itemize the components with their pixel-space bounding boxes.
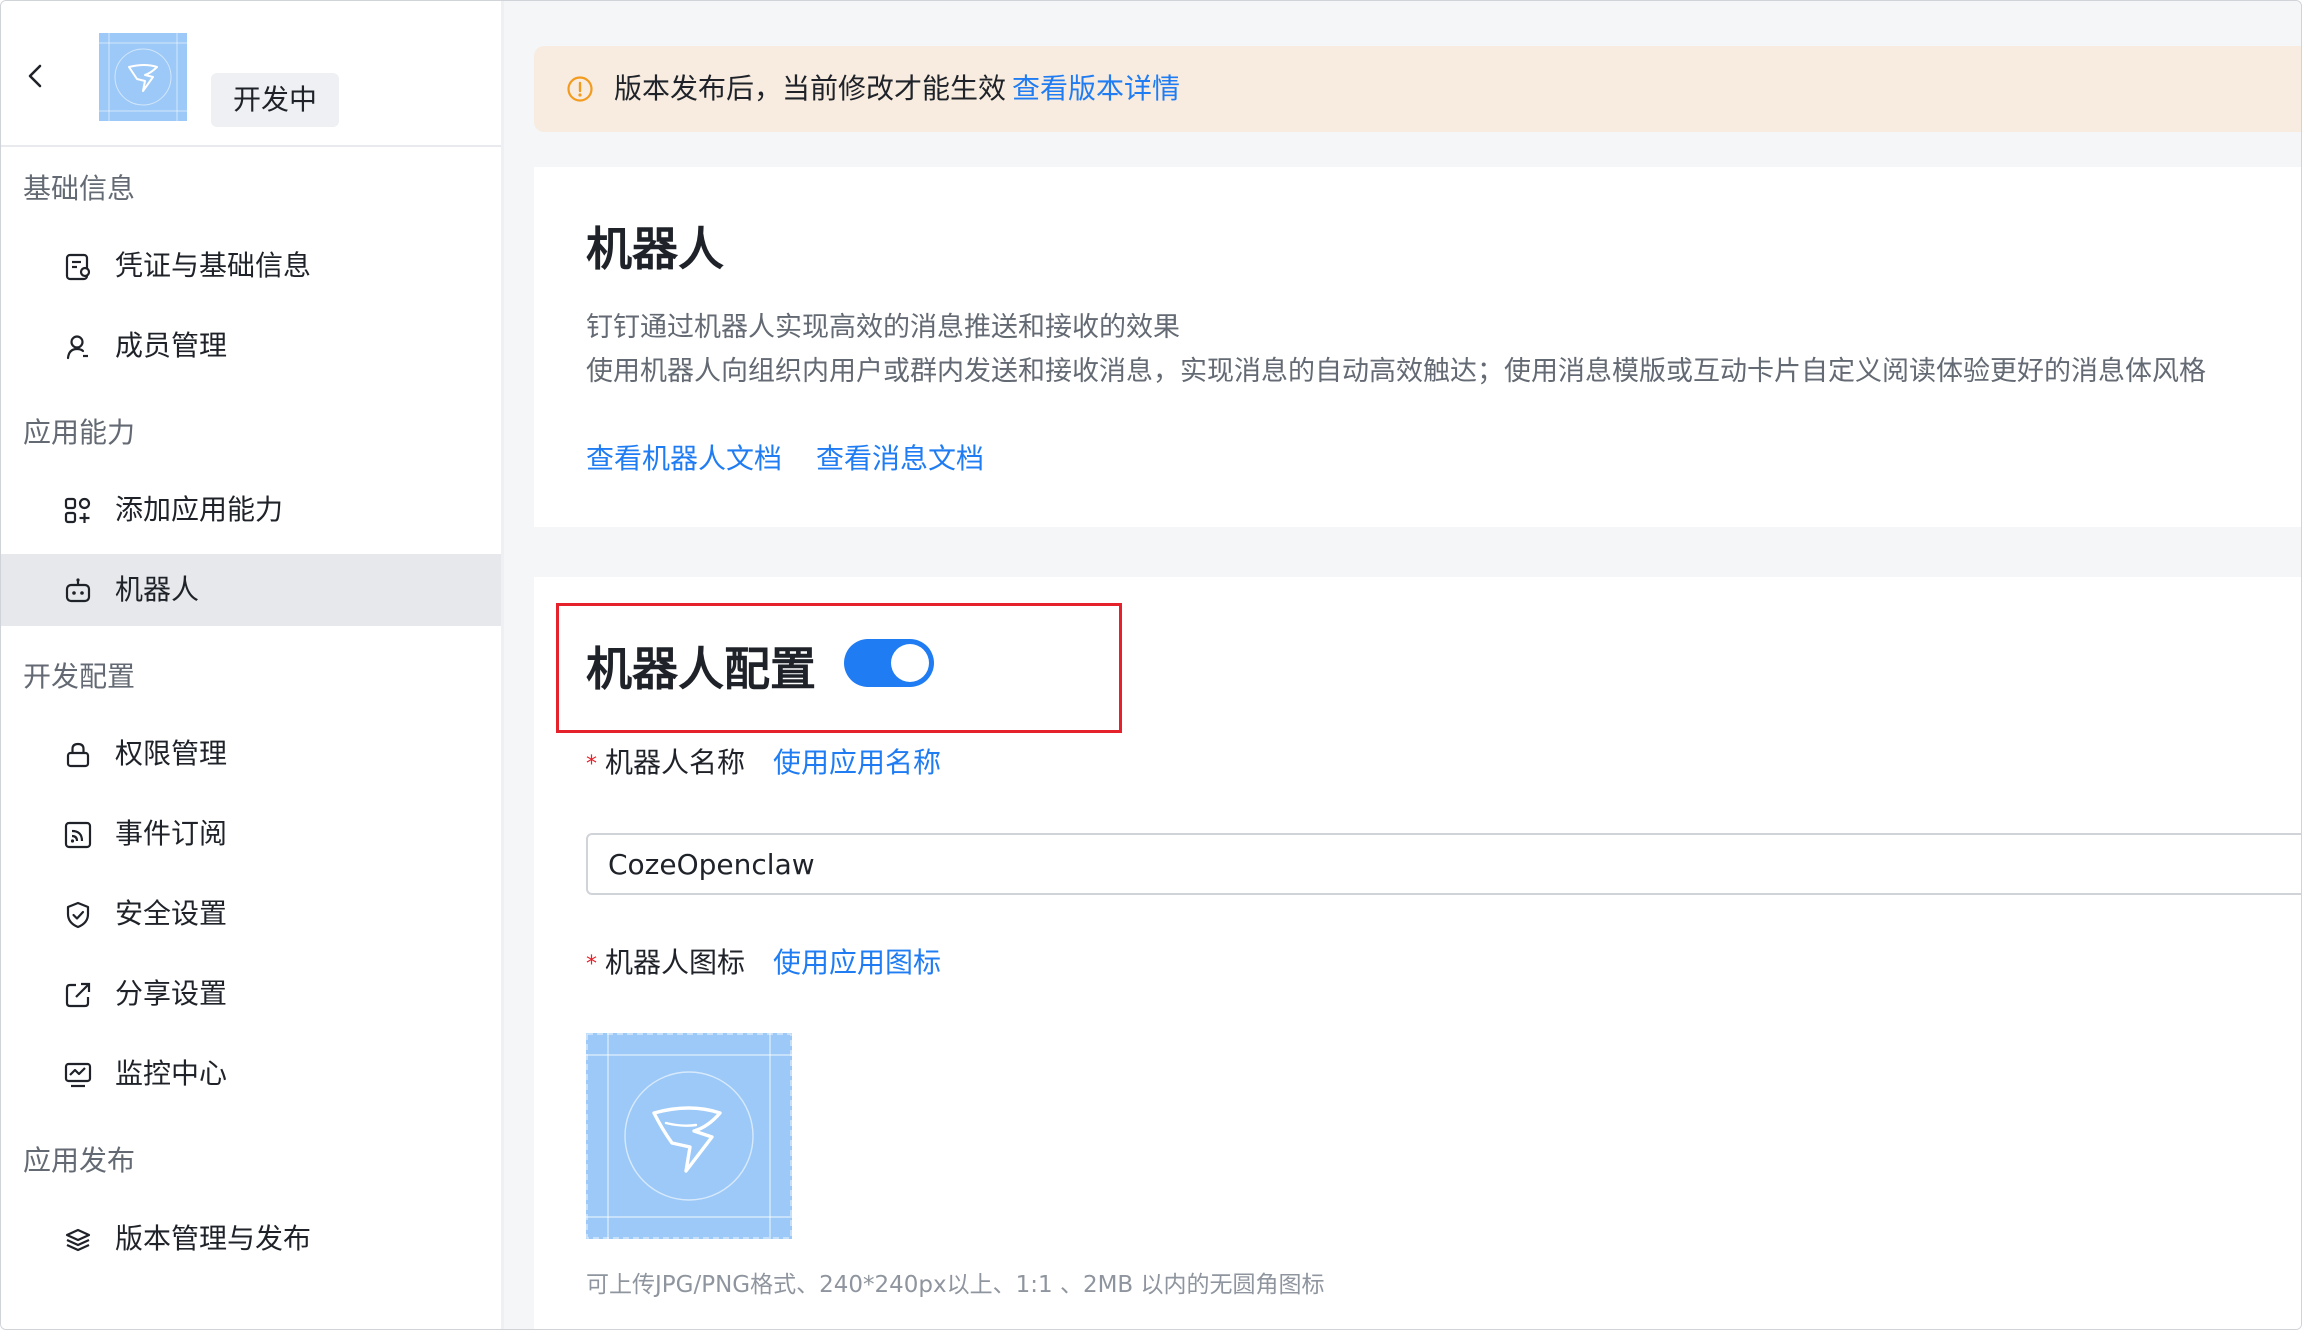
shield-icon [63, 900, 93, 930]
dingtalk-logo-icon [586, 1033, 792, 1239]
sidebar: 开发中 基础信息 凭证与基础信息 成员管理 应用能力 添加应用能力 机器人 开发… [1, 1, 504, 1329]
lock-icon [63, 740, 93, 770]
share-icon [63, 980, 93, 1010]
sidebar-item-share[interactable]: 分享设置 [1, 958, 501, 1030]
sidebar-item-label: 成员管理 [115, 329, 228, 362]
app-window: 开发中 基础信息 凭证与基础信息 成员管理 应用能力 添加应用能力 机器人 开发… [0, 0, 2302, 1330]
sidebar-group-capability: 应用能力 [23, 416, 136, 449]
robot-config-title: 机器人配置 [586, 642, 816, 696]
sidebar-item-label: 安全设置 [115, 897, 228, 930]
user-icon [63, 332, 93, 362]
robot-section-title: 机器人 [586, 222, 724, 276]
sidebar-item-label: 版本管理与发布 [115, 1222, 312, 1255]
sidebar-item-events[interactable]: 事件订阅 [1, 798, 501, 870]
robot-description-line2: 使用机器人向组织内用户或群内发送和接收消息，实现消息的自动高效触达；使用消息模版… [586, 356, 2206, 387]
sidebar-item-label: 权限管理 [115, 737, 228, 770]
app-logo [99, 33, 187, 121]
sidebar-group-dev-config: 开发配置 [23, 660, 136, 693]
status-badge: 开发中 [211, 73, 340, 127]
robot-name-label: 机器人名称 [605, 746, 746, 779]
toggle-knob [891, 644, 929, 682]
notice-banner: 版本发布后，当前修改才能生效 查看版本详情 [534, 46, 2301, 132]
required-mark: * [586, 751, 597, 777]
sidebar-group-publish: 应用发布 [23, 1144, 136, 1177]
sidebar-item-permissions[interactable]: 权限管理 [1, 718, 501, 790]
use-app-name-link[interactable]: 使用应用名称 [773, 746, 941, 779]
sidebar-item-credentials[interactable]: 凭证与基础信息 [1, 230, 501, 302]
sidebar-item-label: 事件订阅 [115, 817, 228, 850]
sidebar-item-monitor[interactable]: 监控中心 [1, 1038, 501, 1110]
robot-config-toggle[interactable] [844, 639, 934, 687]
sidebar-group-basic: 基础信息 [23, 172, 136, 205]
sidebar-item-robot[interactable]: 机器人 [1, 554, 501, 626]
robot-config-card: 机器人配置 * 机器人名称使用应用名称 * 机器人图标使用应用图标 [534, 577, 2301, 1329]
sidebar-item-label: 监控中心 [115, 1057, 228, 1090]
sidebar-header: 开发中 [1, 1, 501, 147]
add-capability-icon [63, 496, 93, 526]
robot-icon [63, 576, 93, 606]
credential-icon [63, 252, 93, 282]
sidebar-item-members[interactable]: 成员管理 [1, 310, 501, 382]
notice-text: 版本发布后，当前修改才能生效 [614, 72, 1007, 105]
robot-name-input[interactable] [586, 833, 2301, 895]
robot-icon-field-label: * 机器人图标 使用应用图标 [586, 941, 941, 981]
robot-docs-link[interactable]: 查看机器人文档 [586, 442, 782, 475]
robot-info-card: 机器人 钉钉通过机器人实现高效的消息推送和接收的效果 使用机器人向组织内用户或群… [534, 167, 2301, 527]
sidebar-item-versions[interactable]: 版本管理与发布 [1, 1203, 501, 1275]
sidebar-item-add-capability[interactable]: 添加应用能力 [1, 474, 501, 546]
sidebar-item-label: 凭证与基础信息 [115, 249, 312, 282]
main-content: 版本发布后，当前修改才能生效 查看版本详情 机器人 钉钉通过机器人实现高效的消息推… [504, 1, 2301, 1329]
monitor-icon [63, 1060, 93, 1090]
sidebar-item-label: 分享设置 [115, 977, 228, 1010]
version-details-link[interactable]: 查看版本详情 [1012, 72, 1180, 105]
notice-text-wrap: 版本发布后，当前修改才能生效 查看版本详情 [614, 46, 1180, 132]
sidebar-item-label: 添加应用能力 [115, 493, 284, 526]
use-app-icon-link[interactable]: 使用应用图标 [773, 946, 941, 979]
robot-icon-upload[interactable] [586, 1033, 792, 1239]
info-icon [566, 75, 594, 103]
robot-name-field-label: * 机器人名称 使用应用名称 [586, 741, 941, 781]
rss-icon [63, 820, 93, 850]
sidebar-item-label: 机器人 [115, 573, 200, 606]
back-arrow-icon[interactable] [23, 63, 49, 89]
required-mark: * [586, 951, 597, 977]
message-docs-link[interactable]: 查看消息文档 [816, 442, 984, 475]
layers-icon [63, 1225, 93, 1255]
robot-icon-label: 机器人图标 [605, 946, 746, 979]
sidebar-item-security[interactable]: 安全设置 [1, 878, 501, 950]
upload-hint: 可上传JPG/PNG格式、240*240px以上、1:1 、2MB 以内的无圆角… [586, 1272, 1325, 1298]
doc-links: 查看机器人文档 查看消息文档 [586, 437, 1018, 477]
robot-description-line1: 钉钉通过机器人实现高效的消息推送和接收的效果 [586, 312, 1180, 343]
